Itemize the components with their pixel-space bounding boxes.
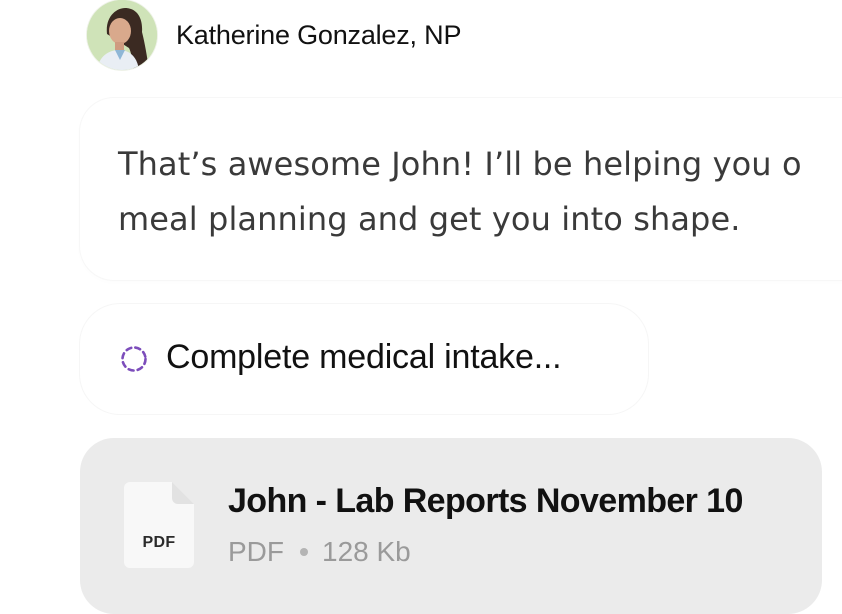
task-label: Complete medical intake...	[166, 338, 562, 376]
file-name: John - Lab Reports November 10	[228, 482, 743, 520]
file-meta: PDF 128 Kb	[228, 536, 411, 568]
message-line-2: meal planning and get you into shape.	[118, 200, 741, 238]
pdf-file-icon	[124, 482, 194, 568]
chat-view: Katherine Gonzalez, NP That’s awesome Jo…	[0, 0, 842, 614]
avatar[interactable]	[87, 0, 157, 70]
message-text: That’s awesome John! I’ll be helping you…	[118, 137, 842, 247]
file-size: 128 Kb	[322, 536, 411, 567]
message-line-1: That’s awesome John! I’ll be helping you…	[118, 145, 802, 183]
pdf-icon-label: PDF	[142, 534, 176, 551]
file-type: PDF	[228, 536, 284, 567]
sender-name: Katherine Gonzalez, NP	[176, 20, 462, 50]
loading-spinner-icon	[121, 346, 147, 372]
meta-separator-dot	[300, 547, 308, 556]
user-avatar-icon	[87, 0, 157, 70]
